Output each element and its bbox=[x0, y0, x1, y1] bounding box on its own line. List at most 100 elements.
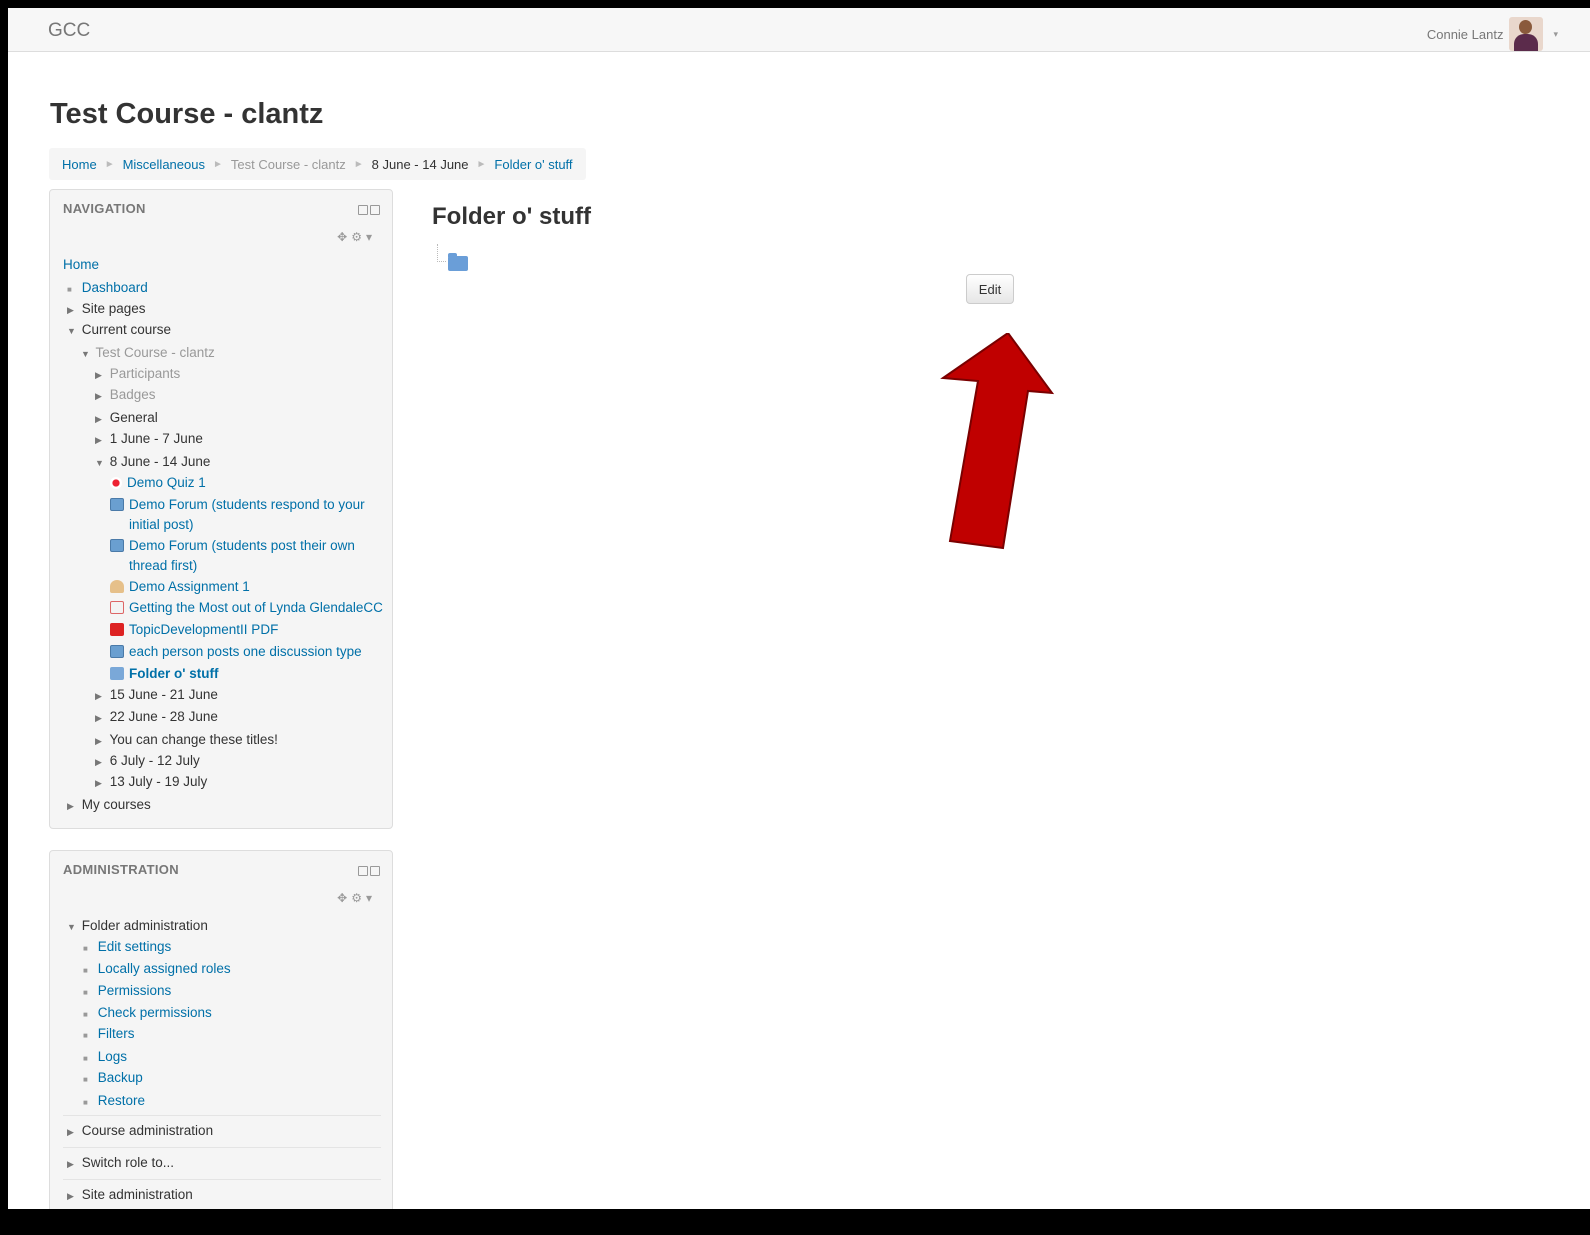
admin-item-site-admin[interactable]: ▶ Site administration bbox=[67, 1186, 193, 1205]
pdf-icon bbox=[110, 623, 124, 636]
folder-icon[interactable] bbox=[448, 253, 468, 271]
nav-item-test-course[interactable]: ▼ Test Course - clantz bbox=[81, 344, 215, 363]
nav-item-site-pages[interactable]: ▶ Site pages bbox=[67, 300, 146, 319]
page-title: Test Course - clantz bbox=[50, 98, 324, 130]
chevron-down-icon[interactable]: ▾ bbox=[1553, 29, 1558, 40]
nav-item-folder-active[interactable]: Folder o' stuff bbox=[110, 665, 218, 683]
block-actions[interactable]: ✥⚙▾ bbox=[337, 230, 376, 244]
admin-item-check-permissions[interactable]: ■ Check permissions bbox=[83, 1004, 212, 1024]
breadcrumb-miscellaneous[interactable]: Miscellaneous bbox=[123, 157, 205, 172]
block-dock-controls[interactable] bbox=[358, 866, 380, 876]
nav-item-lynda[interactable]: Getting the Most out of Lynda GlendaleCC bbox=[110, 599, 383, 617]
dock-icon[interactable] bbox=[370, 205, 380, 215]
forum-icon bbox=[110, 539, 124, 552]
collapse-icon[interactable]: ▼ bbox=[67, 918, 78, 936]
nav-item-current-course[interactable]: ▼ Current course bbox=[67, 321, 171, 340]
nav-item-week-5[interactable]: ▶ You can change these titles! bbox=[95, 731, 278, 750]
collapse-icon[interactable]: ▼ bbox=[95, 454, 106, 472]
expand-icon[interactable]: ▶ bbox=[67, 797, 78, 815]
expand-icon[interactable]: ▶ bbox=[95, 366, 106, 384]
nav-item-week-6[interactable]: ▶ 6 July - 12 July bbox=[95, 752, 200, 771]
breadcrumb-section[interactable]: 8 June - 14 June bbox=[372, 157, 469, 172]
breadcrumb-course[interactable]: Test Course - clantz bbox=[231, 157, 346, 172]
gear-icon[interactable]: ⚙▾ bbox=[351, 230, 376, 244]
admin-item-logs[interactable]: ■ Logs bbox=[83, 1048, 127, 1068]
admin-item-local-roles[interactable]: ■ Locally assigned roles bbox=[83, 960, 231, 980]
bullet-icon: ■ bbox=[83, 988, 88, 997]
expand-icon[interactable]: ▶ bbox=[95, 774, 106, 792]
nav-item-demo-forum-post-cont[interactable]: thread first) bbox=[129, 557, 197, 575]
block-title: ADMINISTRATION bbox=[63, 862, 179, 877]
breadcrumb-folder[interactable]: Folder o' stuff bbox=[494, 157, 572, 172]
move-icon[interactable]: ✥ bbox=[337, 891, 351, 905]
block-actions[interactable]: ✥⚙▾ bbox=[337, 891, 376, 905]
dock-icon[interactable] bbox=[370, 866, 380, 876]
nav-item-week-1[interactable]: ▶ 1 June - 7 June bbox=[95, 430, 203, 449]
breadcrumb: Home ► Miscellaneous ► Test Course - cla… bbox=[49, 148, 586, 180]
expand-icon[interactable]: ▶ bbox=[95, 709, 106, 727]
forum-icon bbox=[110, 645, 124, 658]
expand-icon[interactable]: ▶ bbox=[95, 732, 106, 750]
expand-icon[interactable]: ▶ bbox=[95, 753, 106, 771]
bullet-icon: ■ bbox=[83, 1010, 88, 1019]
collapse-icon[interactable]: ▼ bbox=[81, 345, 92, 363]
bullet-icon: ■ bbox=[83, 944, 88, 953]
admin-item-filters[interactable]: ■ Filters bbox=[83, 1025, 135, 1045]
nav-item-my-courses[interactable]: ▶ My courses bbox=[67, 796, 151, 815]
nav-item-demo-quiz[interactable]: Demo Quiz 1 bbox=[110, 474, 206, 492]
browser-viewport: GCC Connie Lantz ▾ Test Course - clantz … bbox=[8, 8, 1590, 1209]
expand-icon[interactable]: ▶ bbox=[67, 1123, 78, 1141]
nav-item-week-2[interactable]: ▼ 8 June - 14 June bbox=[95, 453, 210, 472]
nav-item-dashboard[interactable]: ■ Dashboard bbox=[67, 279, 148, 299]
divider bbox=[63, 1179, 381, 1180]
site-brand[interactable]: GCC bbox=[48, 20, 90, 42]
nav-item-badges[interactable]: ▶ Badges bbox=[95, 386, 156, 405]
block-dock-controls[interactable] bbox=[358, 205, 380, 215]
expand-icon[interactable]: ▶ bbox=[95, 431, 106, 449]
nav-item-week-3[interactable]: ▶ 15 June - 21 June bbox=[95, 686, 218, 705]
administration-block: ADMINISTRATION ✥⚙▾ ▼ Folder administrati… bbox=[49, 850, 393, 1209]
expand-icon[interactable]: ▶ bbox=[67, 1155, 78, 1173]
user-name[interactable]: Connie Lantz bbox=[1427, 27, 1504, 42]
nav-item-demo-forum-post[interactable]: Demo Forum (students post their own bbox=[110, 537, 355, 555]
nav-item-demo-assignment[interactable]: Demo Assignment 1 bbox=[110, 578, 250, 596]
admin-item-backup[interactable]: ■ Backup bbox=[83, 1069, 143, 1089]
nav-item-participants[interactable]: ▶ Participants bbox=[95, 365, 180, 384]
expand-icon[interactable]: ▶ bbox=[95, 387, 106, 405]
collapse-icon[interactable] bbox=[358, 205, 368, 215]
nav-item-week-7[interactable]: ▶ 13 July - 19 July bbox=[95, 773, 207, 792]
expand-icon[interactable]: ▶ bbox=[95, 410, 106, 428]
admin-item-restore[interactable]: ■ Restore bbox=[83, 1092, 145, 1112]
collapse-icon[interactable]: ▼ bbox=[67, 322, 78, 340]
breadcrumb-separator-icon: ► bbox=[476, 158, 487, 170]
collapse-icon[interactable] bbox=[358, 866, 368, 876]
admin-item-course-admin[interactable]: ▶ Course administration bbox=[67, 1122, 213, 1141]
admin-item-folder-admin[interactable]: ▼ Folder administration bbox=[67, 917, 208, 936]
admin-item-permissions[interactable]: ■ Permissions bbox=[83, 982, 171, 1002]
nav-item-demo-forum-respond-cont[interactable]: initial post) bbox=[129, 516, 194, 534]
breadcrumb-separator-icon: ► bbox=[212, 158, 223, 170]
nav-item-pdf[interactable]: TopicDevelopmentII PDF bbox=[110, 621, 278, 639]
url-icon bbox=[110, 601, 124, 614]
forum-icon bbox=[110, 498, 124, 511]
assignment-icon bbox=[110, 580, 124, 593]
expand-icon[interactable]: ▶ bbox=[95, 687, 106, 705]
navigation-block: NAVIGATION ✥⚙▾ Home ■ Dashboard ▶ Site p… bbox=[49, 189, 393, 829]
breadcrumb-home[interactable]: Home bbox=[62, 157, 97, 172]
edit-button[interactable]: Edit bbox=[966, 274, 1014, 304]
expand-icon[interactable]: ▶ bbox=[67, 1187, 78, 1205]
avatar[interactable] bbox=[1509, 17, 1544, 51]
gear-icon[interactable]: ⚙▾ bbox=[351, 891, 376, 905]
nav-item-home[interactable]: Home bbox=[63, 256, 99, 274]
nav-item-week-4[interactable]: ▶ 22 June - 28 June bbox=[95, 708, 218, 727]
move-icon[interactable]: ✥ bbox=[337, 230, 351, 244]
bullet-icon: ■ bbox=[83, 1054, 88, 1063]
nav-item-demo-forum-respond[interactable]: Demo Forum (students respond to your bbox=[110, 496, 365, 514]
admin-item-switch-role[interactable]: ▶ Switch role to... bbox=[67, 1154, 174, 1173]
user-menu[interactable]: Connie Lantz ▾ bbox=[1427, 17, 1558, 51]
expand-icon[interactable]: ▶ bbox=[67, 301, 78, 319]
nav-item-general[interactable]: ▶ General bbox=[95, 409, 158, 428]
admin-item-edit-settings[interactable]: ■ Edit settings bbox=[83, 938, 171, 958]
nav-item-discussion[interactable]: each person posts one discussion type bbox=[110, 643, 362, 661]
breadcrumb-separator-icon: ► bbox=[104, 158, 115, 170]
